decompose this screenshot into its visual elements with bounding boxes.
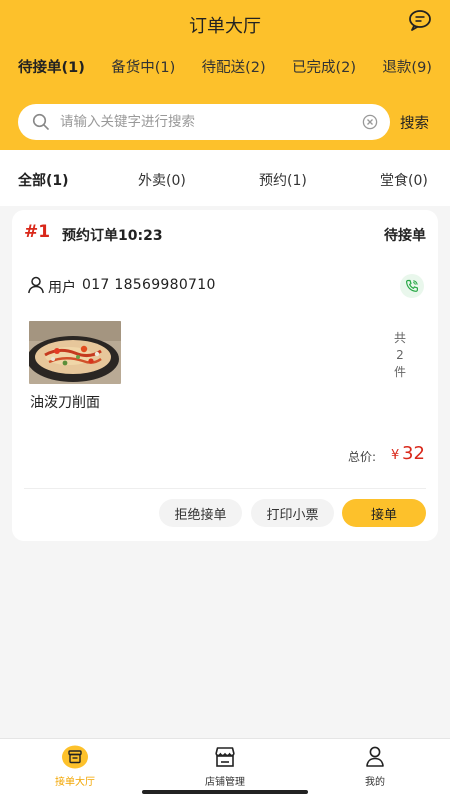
order-time: 预约订单10:23 xyxy=(62,228,163,244)
divider xyxy=(24,488,426,489)
order-number: #1 xyxy=(24,222,51,242)
tab-pending[interactable]: 待接单(1) xyxy=(18,56,85,78)
tab-label: 接单大厅 xyxy=(55,777,95,788)
tab-profile[interactable]: 我的 xyxy=(325,743,425,789)
search-box xyxy=(18,104,390,140)
user-phone: 017 18569980710 xyxy=(82,277,216,293)
order-type-tabs: 全部(1) 外卖(0) 预约(1) 堂食(0) xyxy=(0,150,450,206)
tab-store-management[interactable]: 店铺管理 xyxy=(175,743,275,789)
message-icon[interactable] xyxy=(408,9,432,31)
tab-preparing[interactable]: 备货中(1) xyxy=(111,56,175,78)
status-tabs: 待接单(1) 备货中(1) 待配送(2) 已完成(2) 退款(9) xyxy=(0,56,450,78)
tab-takeout[interactable]: 外卖(0) xyxy=(138,170,186,190)
tab-reservation[interactable]: 预约(1) xyxy=(259,170,307,190)
currency-symbol: ¥ xyxy=(391,448,400,463)
tab-completed[interactable]: 已完成(2) xyxy=(292,56,356,78)
tab-all[interactable]: 全部(1) xyxy=(18,170,69,190)
reject-order-button[interactable]: 拒绝接单 xyxy=(159,499,242,527)
food-image xyxy=(29,321,121,384)
tab-label: 店铺管理 xyxy=(205,777,245,788)
accept-order-button[interactable]: 接单 xyxy=(342,499,426,527)
page-title: 订单大厅 xyxy=(189,16,261,37)
order-hall-icon xyxy=(62,745,88,769)
store-icon xyxy=(215,747,235,767)
user-label: 用户 xyxy=(48,280,76,296)
person-icon xyxy=(366,746,384,767)
search-input[interactable] xyxy=(60,111,360,133)
tab-refund[interactable]: 退款(9) xyxy=(382,56,432,78)
order-status: 待接单 xyxy=(384,228,426,244)
print-receipt-button[interactable]: 打印小票 xyxy=(251,499,334,527)
item-name: 油泼刀削面 xyxy=(30,395,100,411)
clear-icon[interactable] xyxy=(362,114,378,130)
tab-dine-in[interactable]: 堂食(0) xyxy=(380,170,428,190)
user-icon xyxy=(28,276,44,294)
tab-awaiting-delivery[interactable]: 待配送(2) xyxy=(202,56,266,78)
total-label: 总价: xyxy=(348,450,377,464)
order-card[interactable]: #1 预约订单10:23 待接单 用户 017 18569980710 油泼刀削… xyxy=(12,210,438,541)
call-button[interactable] xyxy=(400,274,424,298)
tab-order-hall[interactable]: 接单大厅 xyxy=(25,743,125,789)
home-indicator xyxy=(142,790,308,794)
item-quantity: 共 2 件 xyxy=(394,331,407,379)
total-amount: 32 xyxy=(402,443,425,464)
search-icon xyxy=(32,113,49,130)
header: 订单大厅 待接单(1) 备货中(1) 待配送(2) 已完成(2) 退款(9) 搜… xyxy=(0,0,450,150)
phone-icon xyxy=(405,279,418,292)
search-button[interactable]: 搜索 xyxy=(400,112,429,133)
tab-label: 我的 xyxy=(365,777,385,788)
